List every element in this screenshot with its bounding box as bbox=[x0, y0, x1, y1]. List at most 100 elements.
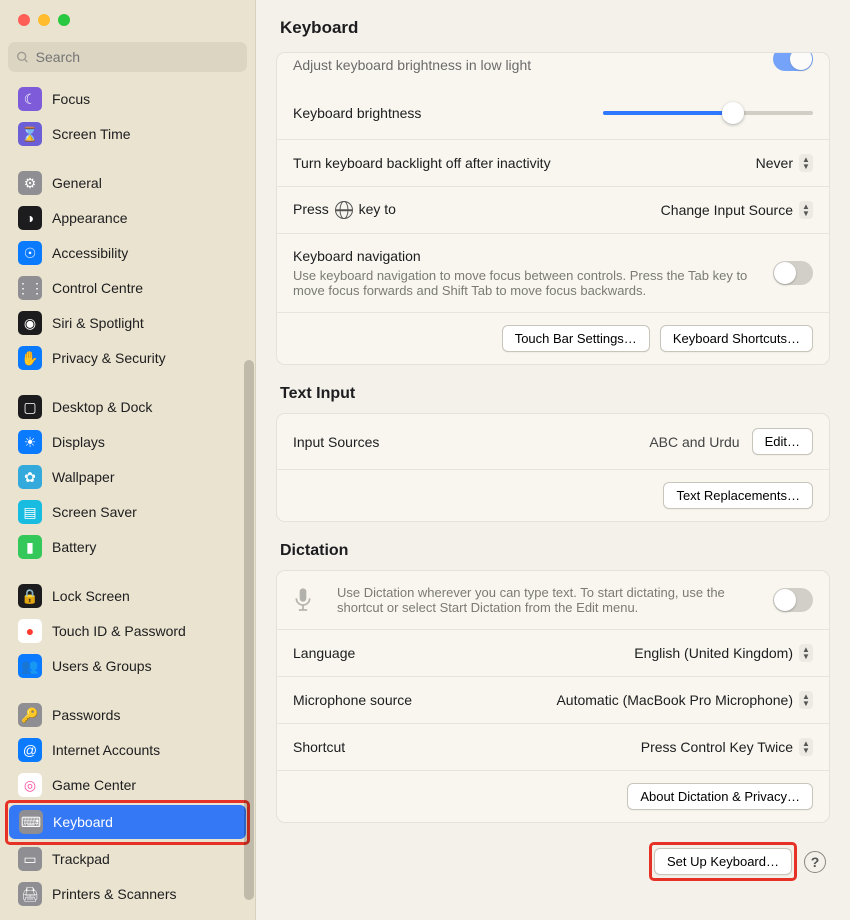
sidebar-item-label: Screen Saver bbox=[52, 504, 137, 520]
nav-icon: ⋮⋮ bbox=[18, 276, 42, 300]
sidebar-item-label: Desktop & Dock bbox=[52, 399, 152, 415]
dictation-language-select[interactable]: English (United Kingdom) ▲▼ bbox=[634, 644, 813, 662]
set-up-keyboard-button[interactable]: Set Up Keyboard… bbox=[654, 848, 792, 875]
sidebar-item-screen-time[interactable]: ⌛Screen Time bbox=[8, 117, 247, 151]
sidebar-item-label: Users & Groups bbox=[52, 658, 152, 674]
sidebar-item-touch-id-password[interactable]: ● Touch ID & Password bbox=[8, 614, 247, 648]
nav-icon: ▭ bbox=[18, 847, 42, 871]
microphone-source-label: Microphone source bbox=[293, 692, 544, 708]
content-pane: Keyboard Adjust keyboard brightness in l… bbox=[256, 0, 850, 920]
nav-icon: ✋ bbox=[18, 346, 42, 370]
nav-icon: 🖨 bbox=[18, 882, 42, 906]
sidebar-item-label: Lock Screen bbox=[52, 588, 130, 604]
nav-icon: ◉ bbox=[18, 311, 42, 335]
nav-icon: ☉ bbox=[18, 241, 42, 265]
sidebar-item-label: Privacy & Security bbox=[52, 350, 166, 366]
sidebar-item-appearance[interactable]: ◑Appearance bbox=[8, 201, 247, 235]
sidebar-item-label: Siri & Spotlight bbox=[52, 315, 144, 331]
keyboard-brightness-slider[interactable] bbox=[603, 101, 813, 125]
sidebar: ☾ Focus ⌛Screen Time ⚙General◑Appearance☉Ac… bbox=[0, 0, 256, 920]
sidebar-item-label: Appearance bbox=[52, 210, 128, 226]
sidebar-item-displays[interactable]: ☀Displays bbox=[8, 425, 247, 459]
input-sources-label: Input Sources bbox=[293, 434, 637, 450]
sidebar-item-control-centre[interactable]: ⋮⋮ Control Centre bbox=[8, 271, 247, 305]
keyboard-shortcuts-button[interactable]: Keyboard Shortcuts… bbox=[660, 325, 813, 352]
sidebar-item-wallpaper[interactable]: ✿Wallpaper bbox=[8, 460, 247, 494]
search-icon bbox=[16, 50, 30, 65]
edit-input-sources-button[interactable]: Edit… bbox=[752, 428, 813, 455]
nav-icon: ☀ bbox=[18, 430, 42, 454]
backlight-off-label: Turn keyboard backlight off after inacti… bbox=[293, 155, 744, 171]
nav-icon: 👥 bbox=[18, 654, 42, 678]
dictation-heading: Dictation bbox=[276, 540, 830, 570]
nav-icon: 🔑 bbox=[18, 703, 42, 727]
keyboard-settings-card: Adjust keyboard brightness in low light … bbox=[276, 52, 830, 365]
zoom-window-button[interactable] bbox=[58, 14, 70, 26]
nav-icon: ✿ bbox=[18, 465, 42, 489]
touch-bar-settings-button[interactable]: Touch Bar Settings… bbox=[502, 325, 650, 352]
sidebar-item-screen-saver[interactable]: ▤Screen Saver bbox=[8, 495, 247, 529]
press-globe-label: Press key to bbox=[293, 201, 649, 219]
sidebar-item-printers-scanners[interactable]: 🖨Printers & Scanners bbox=[8, 877, 247, 911]
help-button[interactable]: ? bbox=[804, 851, 826, 873]
chevron-updown-icon: ▲▼ bbox=[799, 644, 813, 662]
nav-icon: ▢ bbox=[18, 395, 42, 419]
about-dictation-privacy-button[interactable]: About Dictation & Privacy… bbox=[627, 783, 813, 810]
sidebar-item-label: Trackpad bbox=[52, 851, 110, 867]
page-title: Keyboard bbox=[256, 0, 850, 52]
sidebar-item-general[interactable]: ⚙General bbox=[8, 166, 247, 200]
sidebar-item-passwords[interactable]: 🔑Passwords bbox=[8, 698, 247, 732]
text-input-heading: Text Input bbox=[276, 383, 830, 413]
sidebar-scrollbar[interactable] bbox=[244, 360, 254, 900]
sidebar-item-label: Keyboard bbox=[53, 814, 113, 830]
dictation-desc: Use Dictation wherever you can type text… bbox=[337, 585, 761, 615]
sidebar-item-label: Focus bbox=[52, 91, 90, 107]
sidebar-item-lock-screen[interactable]: 🔒 Lock Screen bbox=[8, 579, 247, 613]
microphone-icon bbox=[293, 586, 313, 614]
sidebar-item-desktop-dock[interactable]: ▢ Desktop & Dock bbox=[8, 390, 247, 424]
text-replacements-button[interactable]: Text Replacements… bbox=[663, 482, 813, 509]
globe-icon bbox=[335, 201, 353, 219]
sidebar-item-internet-accounts[interactable]: @ Internet Accounts bbox=[8, 733, 247, 767]
sidebar-item-trackpad[interactable]: ▭ Trackpad bbox=[8, 842, 247, 876]
search-field[interactable] bbox=[8, 42, 247, 72]
sidebar-item-keyboard[interactable]: ⌨ Keyboard bbox=[9, 805, 246, 839]
sidebar-item-privacy-security[interactable]: ✋ Privacy & Security bbox=[8, 341, 247, 375]
chevron-updown-icon: ▲▼ bbox=[799, 201, 813, 219]
dictation-language-label: Language bbox=[293, 645, 622, 661]
nav-icon: @ bbox=[18, 738, 42, 762]
adjust-brightness-label: Adjust keyboard brightness in low light bbox=[293, 57, 531, 73]
sidebar-item-label: Internet Accounts bbox=[52, 742, 160, 758]
sidebar-item-game-center[interactable]: ◎Game Center bbox=[8, 768, 247, 802]
minimize-window-button[interactable] bbox=[38, 14, 50, 26]
sidebar-item-battery[interactable]: ▮Battery bbox=[8, 530, 247, 564]
sidebar-item-label: Screen Time bbox=[52, 126, 131, 142]
adjust-brightness-toggle[interactable] bbox=[773, 53, 813, 71]
dictation-shortcut-select[interactable]: Press Control Key Twice ▲▼ bbox=[641, 738, 813, 756]
sidebar-item-siri-spotlight[interactable]: ◉ Siri & Spotlight bbox=[8, 306, 247, 340]
nav-icon: ◎ bbox=[18, 773, 42, 797]
keyboard-navigation-label: Keyboard navigation bbox=[293, 248, 761, 264]
keyboard-brightness-label: Keyboard brightness bbox=[293, 105, 591, 121]
dictation-card: Use Dictation wherever you can type text… bbox=[276, 570, 830, 823]
sidebar-item-users-groups[interactable]: 👥 Users & Groups bbox=[8, 649, 247, 683]
sidebar-item-accessibility[interactable]: ☉Accessibility bbox=[8, 236, 247, 270]
press-globe-select[interactable]: Change Input Source ▲▼ bbox=[661, 201, 813, 219]
sidebar-item-label: Control Centre bbox=[52, 280, 143, 296]
backlight-off-select[interactable]: Never ▲▼ bbox=[756, 154, 813, 172]
nav-icon: 🔒 bbox=[18, 584, 42, 608]
keyboard-navigation-toggle[interactable] bbox=[773, 261, 813, 285]
dictation-toggle[interactable] bbox=[773, 588, 813, 612]
sidebar-item-focus[interactable]: ☾ Focus bbox=[8, 82, 247, 116]
nav-icon: ☾ bbox=[18, 87, 42, 111]
close-window-button[interactable] bbox=[18, 14, 30, 26]
keyboard-navigation-desc: Use keyboard navigation to move focus be… bbox=[293, 268, 761, 298]
input-sources-value: ABC and Urdu bbox=[649, 434, 739, 450]
nav-icon: ● bbox=[18, 619, 42, 643]
nav-icon: ⌨ bbox=[19, 810, 43, 834]
sidebar-item-label: Touch ID & Password bbox=[52, 623, 186, 639]
search-input[interactable] bbox=[36, 49, 239, 65]
microphone-source-select[interactable]: Automatic (MacBook Pro Microphone) ▲▼ bbox=[556, 691, 813, 709]
chevron-updown-icon: ▲▼ bbox=[799, 691, 813, 709]
text-input-card: Input Sources ABC and Urdu Edit… Text Re… bbox=[276, 413, 830, 522]
